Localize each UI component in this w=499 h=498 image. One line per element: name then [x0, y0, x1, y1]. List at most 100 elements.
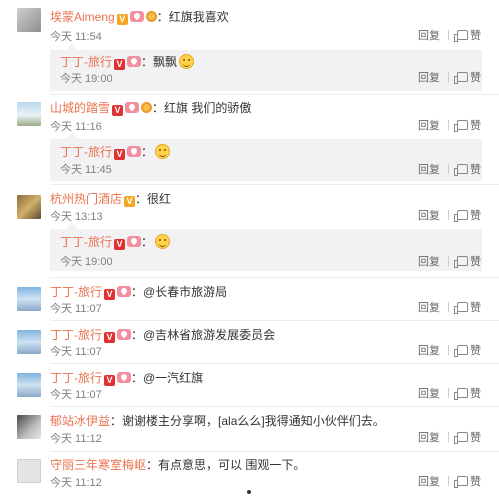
divider: [448, 210, 449, 220]
like-button[interactable]: 赞: [454, 476, 481, 488]
verified-icon: V: [124, 196, 136, 207]
comment-actions: 回复 赞: [418, 431, 481, 445]
username-link[interactable]: 丁丁-旅行: [60, 145, 112, 159]
divider: [50, 184, 499, 185]
like-button[interactable]: 赞: [454, 30, 481, 42]
like-button[interactable]: 赞: [454, 72, 481, 84]
avatar[interactable]: [17, 459, 41, 483]
reply-button[interactable]: 回复: [418, 476, 440, 488]
member-heart-icon: [117, 286, 131, 297]
avatar[interactable]: [17, 195, 41, 219]
username-link[interactable]: 丁丁-旅行: [50, 328, 102, 342]
avatar[interactable]: [17, 330, 41, 354]
username-link[interactable]: 丁丁-旅行: [60, 55, 112, 69]
reply-time: 今天 11:45: [60, 164, 112, 176]
like-button[interactable]: 赞: [454, 432, 481, 444]
verified-icon: V: [112, 105, 124, 116]
reply-button[interactable]: 回复: [418, 388, 440, 400]
verified-icon: V: [104, 289, 115, 300]
comment-time: 今天 11:54: [50, 31, 102, 43]
like-button[interactable]: 赞: [454, 210, 481, 222]
divider: [50, 94, 499, 95]
comment-text: ：红旗 我们的骄傲: [152, 101, 252, 115]
username-link[interactable]: 守丽三年寒室梅岖: [50, 458, 146, 472]
comment-actions: 回复 赞: [418, 344, 481, 358]
reply-text: ：: [141, 235, 154, 249]
divider: [448, 476, 449, 486]
username-link[interactable]: 山城的踏雪: [50, 101, 110, 115]
comment-text-line: 郁站冰伊益：谢谢楼主分享啊，[ala么么]我得通知小伙伴们去。: [50, 413, 385, 429]
like-button[interactable]: 赞: [454, 120, 481, 132]
thumbs-up-icon: [454, 256, 468, 268]
username-link[interactable]: 丁丁-旅行: [50, 371, 102, 385]
username-link[interactable]: 杭州热门酒店: [50, 192, 122, 206]
reply-button[interactable]: 回复: [418, 210, 440, 222]
member-heart-icon: [127, 236, 141, 247]
reply-button[interactable]: 回复: [418, 72, 440, 84]
thumbs-up-icon: [454, 302, 468, 314]
comment-text: ：谢谢楼主分享啊，[ala么么]我得通知小伙伴们去。: [110, 414, 385, 428]
reply-button[interactable]: 回复: [418, 30, 440, 42]
divider: [448, 120, 449, 130]
member-heart-icon: [117, 372, 131, 383]
member-heart-icon: [127, 56, 141, 67]
verified-icon: V: [116, 14, 128, 25]
divider: [448, 164, 449, 174]
avatar[interactable]: [17, 287, 41, 311]
comment-text-line: 丁丁-旅行 V ：@吉林省旅游发展委员会: [50, 327, 275, 343]
emoji-icon: [155, 144, 171, 159]
username-link[interactable]: 丁丁-旅行: [60, 235, 112, 249]
comment-text-line: 丁丁-旅行 V ：@一汽红旗: [50, 370, 203, 386]
username-link[interactable]: 丁丁-旅行: [50, 285, 102, 299]
comment-actions: 回复 赞: [418, 29, 481, 43]
thumbs-up-icon: [454, 72, 468, 84]
reply-button[interactable]: 回复: [418, 432, 440, 444]
like-button[interactable]: 赞: [454, 164, 481, 176]
comment-text: ：@吉林省旅游发展委员会: [131, 328, 276, 342]
like-button[interactable]: 赞: [454, 256, 481, 268]
verified-icon: V: [104, 375, 115, 386]
divider: [50, 406, 499, 407]
thumbs-up-icon: [454, 476, 468, 488]
verified-icon: V: [104, 332, 115, 343]
comment-text-line: 山城的踏雪 V ：红旗 我们的骄傲: [50, 100, 251, 116]
thumbs-up-icon: [454, 388, 468, 400]
thumbs-up-icon: [454, 210, 468, 222]
verified-icon: V: [114, 59, 125, 70]
reply-text-line: 丁丁-旅行 V ：: [60, 234, 171, 250]
reply-button[interactable]: 回复: [418, 302, 440, 314]
reply-button[interactable]: 回复: [418, 256, 440, 268]
comment-actions: 回复 赞: [418, 301, 481, 315]
comment-text: ：@长春市旅游局: [131, 285, 228, 299]
avatar[interactable]: [17, 415, 41, 439]
avatar[interactable]: [17, 102, 41, 126]
username-link[interactable]: 埃蒙Aimeng: [50, 10, 115, 24]
like-button[interactable]: 赞: [454, 388, 481, 400]
thumbs-up-icon: [454, 120, 468, 132]
divider: [448, 72, 449, 82]
reply-actions: 回复 赞: [418, 163, 481, 177]
divider: [448, 302, 449, 312]
comment-time: 今天 13:13: [50, 211, 103, 223]
comment-time: 今天 11:12: [50, 477, 102, 489]
comment-text: ：@一汽红旗: [131, 371, 204, 385]
comment-text-line: 埃蒙Aimeng V ：红旗我喜欢: [50, 9, 229, 25]
thumbs-up-icon: [454, 30, 468, 42]
avatar[interactable]: [17, 373, 41, 397]
reply-button[interactable]: 回复: [418, 345, 440, 357]
comment-actions: 回复 赞: [418, 475, 481, 489]
reply-button[interactable]: 回复: [418, 164, 440, 176]
thumbs-up-icon: [454, 164, 468, 176]
comment-text-line: 杭州热门酒店 V ：很红: [50, 191, 171, 207]
comment-time: 今天 11:07: [50, 303, 102, 315]
avatar[interactable]: [17, 8, 41, 32]
username-link[interactable]: 郁站冰伊益: [50, 414, 110, 428]
reply-actions: 回复 赞: [418, 71, 481, 85]
divider: [448, 432, 449, 442]
like-button[interactable]: 赞: [454, 302, 481, 314]
thumbs-up-icon: [454, 432, 468, 444]
reply-button[interactable]: 回复: [418, 120, 440, 132]
member-heart-icon: [129, 11, 144, 22]
comment-time: 今天 11:16: [50, 121, 102, 133]
like-button[interactable]: 赞: [454, 345, 481, 357]
